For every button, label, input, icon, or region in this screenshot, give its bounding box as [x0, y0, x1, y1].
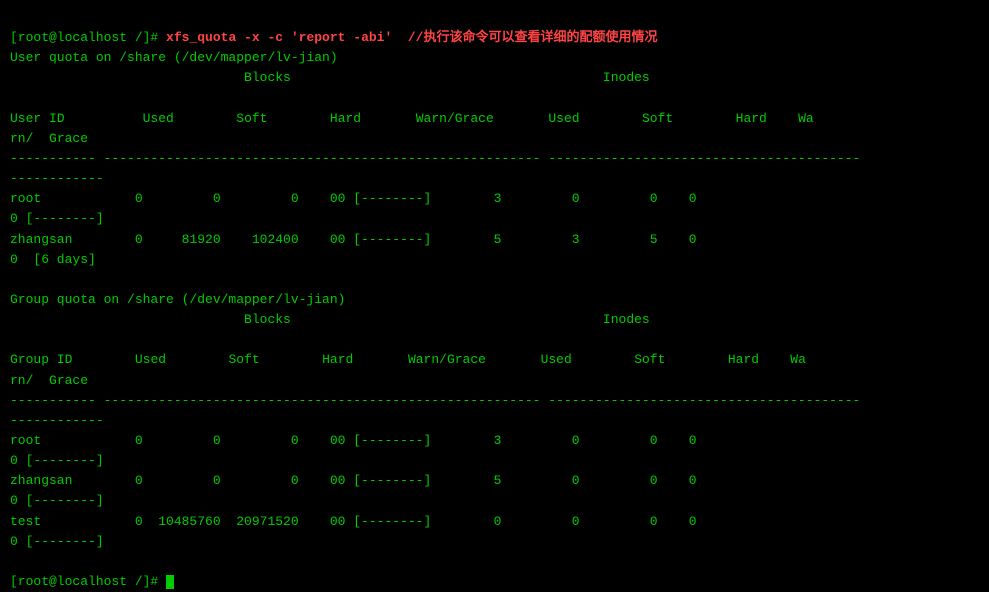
final-prompt-line: [root@localhost /]#	[10, 574, 174, 589]
user-quota-section-header: User quota on /share (/dev/mapper/lv-jia…	[10, 50, 338, 65]
zhangsan-group-row1: zhangsan 0 0 0 00 [--------] 5 0 0 0	[10, 473, 697, 488]
blank-line-4	[10, 554, 18, 569]
root-group-row1: root 0 0 0 00 [--------] 3 0 0 0	[10, 433, 697, 448]
root-group-row2: 0 [--------]	[10, 453, 104, 468]
group-used2-label: Used	[541, 352, 572, 367]
group-id-label: Group ID	[10, 352, 72, 367]
user-hard-label: Hard	[330, 111, 361, 126]
grace-label2: Grace	[41, 373, 88, 388]
user-warn-grace-row: rn/ Grace	[10, 131, 88, 146]
root-user-row2: 0 [--------]	[10, 211, 104, 226]
blank-line-2	[10, 272, 18, 287]
blank-line-1	[10, 91, 18, 106]
test-group-row1: test 0 10485760 20971520 00 [--------] 0…	[10, 514, 697, 529]
cursor-block	[166, 575, 174, 589]
group-col-names-row: Group ID Used Soft Hard Warn/Grace Used …	[10, 352, 806, 367]
group-wa-label: Wa	[790, 352, 806, 367]
blocks-label2: Blocks	[244, 312, 291, 327]
user-used-label: Used	[143, 111, 174, 126]
user-used2-label: Used	[548, 111, 579, 126]
root-user-row1: root 0 0 0 00 [--------] 3 0 0 0	[10, 191, 697, 206]
group-warn-grace-label: Warn/Grace	[408, 352, 486, 367]
blocks-inodes-col-header: Blocks Inodes	[10, 70, 650, 85]
test-group-row2: 0 [--------]	[10, 534, 104, 549]
blocks-inodes-col-header2: Blocks Inodes	[10, 312, 650, 327]
command-line: [root@localhost /]# xfs_quota -x -c 'rep…	[10, 30, 658, 45]
user-id-label: User ID	[10, 111, 65, 126]
user-wa-label: Wa	[798, 111, 814, 126]
user-warn-grace-label: Warn/Grace	[416, 111, 494, 126]
rn-label2: rn/	[10, 373, 33, 388]
user-separator: ----------- ----------------------------…	[10, 151, 860, 166]
group-used-label: Used	[135, 352, 166, 367]
group-quota-section-header: Group quota on /share (/dev/mapper/lv-ji…	[10, 292, 345, 307]
zhangsan-group-row2: 0 [--------]	[10, 493, 104, 508]
group-separator: ----------- ----------------------------…	[10, 393, 860, 408]
inodes-label: Inodes	[603, 70, 650, 85]
zhangsan-user-row2: 0 [6 days]	[10, 252, 96, 267]
user-hard2-label: Hard	[736, 111, 767, 126]
command-text: xfs_quota -x -c 'report -abi'	[166, 30, 392, 45]
blocks-label: Blocks	[244, 70, 291, 85]
terminal-window: [root@localhost /]# xfs_quota -x -c 'rep…	[0, 0, 989, 510]
final-prompt-text: [root@localhost /]#	[10, 574, 166, 589]
blank-line-3	[10, 332, 18, 347]
user-separator-cont: ------------	[10, 171, 104, 186]
user-col-names-row: User ID Used Soft Hard Warn/Grace Used S…	[10, 111, 814, 126]
comment-text: //执行该命令可以查看详细的配额使用情况	[392, 30, 657, 45]
group-separator-cont: ------------	[10, 413, 104, 428]
group-warn-grace-row: rn/ Grace	[10, 373, 88, 388]
user-soft-label: Soft	[236, 111, 267, 126]
group-hard2-label: Hard	[728, 352, 759, 367]
group-hard-label: Hard	[322, 352, 353, 367]
group-soft-label: Soft	[228, 352, 259, 367]
group-soft2-label: Soft	[634, 352, 665, 367]
grace-label: Grace	[41, 131, 88, 146]
prompt: [root@localhost /]#	[10, 30, 166, 45]
rn-label: rn/	[10, 131, 33, 146]
user-soft2-label: Soft	[642, 111, 673, 126]
inodes-label2: Inodes	[603, 312, 650, 327]
zhangsan-user-row1: zhangsan 0 81920 102400 00 [--------] 5 …	[10, 232, 697, 247]
